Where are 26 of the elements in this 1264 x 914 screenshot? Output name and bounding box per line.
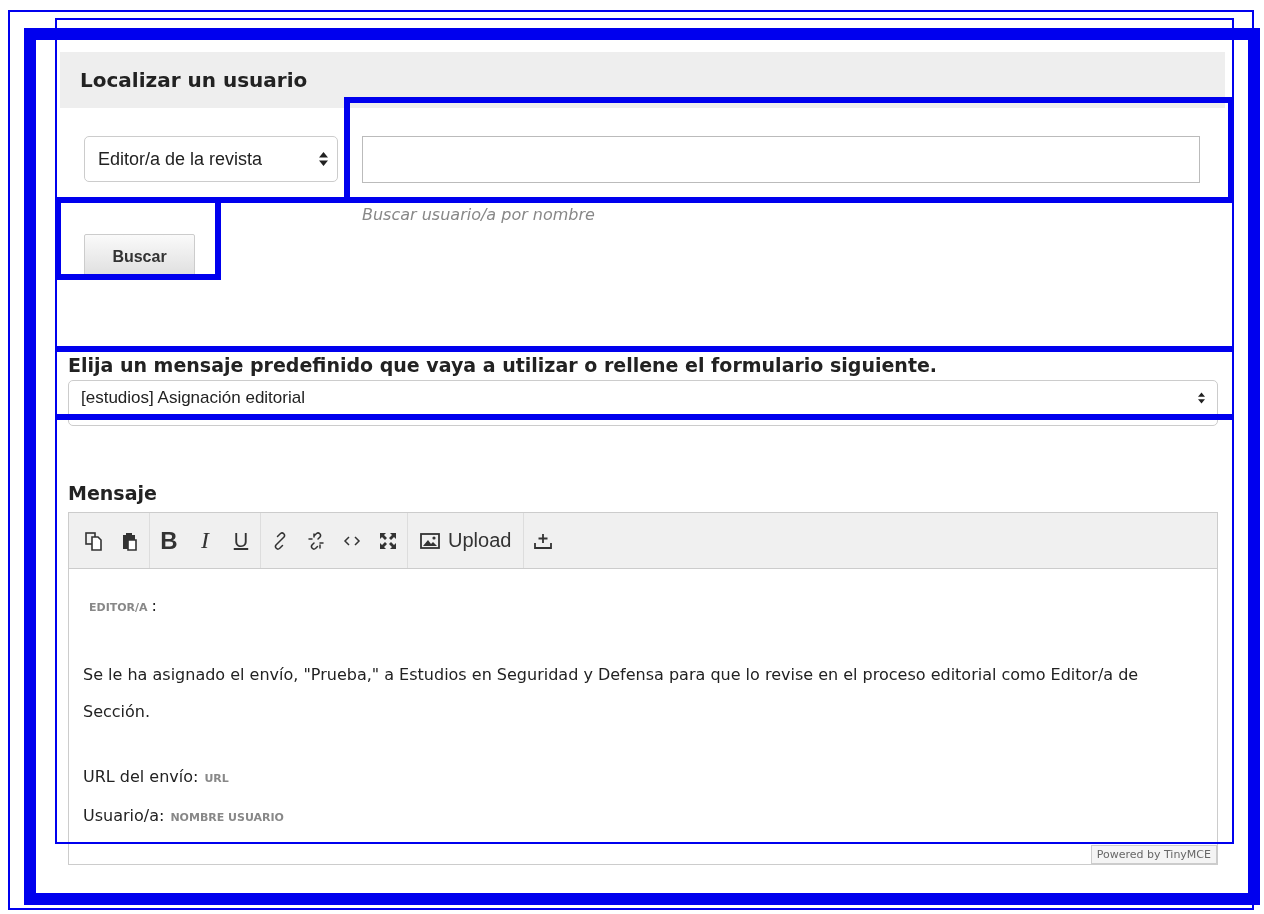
section-heading: Localizar un usuario [60,52,1225,108]
format-button[interactable]: B [156,525,182,556]
unlink-icon [306,530,326,551]
paste-icon [120,530,140,551]
image-icon [420,530,440,551]
field-label: Elija un mensaje predefinido que vaya a utilizar o rellene el formulario siguiente. [68,354,939,376]
colon-text: : [151,596,157,615]
upload-button[interactable]: Upload [414,525,518,556]
template-variable: EDITOR/A [89,601,148,614]
updown-arrows-icon [319,152,328,166]
field-text: URL del envío: [83,767,199,786]
role-select[interactable]: Editor/a de la revista [84,136,338,182]
copy-icon [84,530,104,551]
updown-arrows-icon [1198,392,1205,404]
search-field[interactable] [362,136,1200,183]
field-text: Usuario/a: [83,806,165,825]
template-variable: NOMBRE USUARIO [170,811,284,824]
fullscreen-icon [378,530,398,551]
field-hint: Buscar usuario/a por nombre [362,205,595,224]
format-button[interactable]: I [192,525,218,556]
field-label: Mensaje [68,482,158,504]
branding-label[interactable]: Powered by TinyMCE [1090,845,1217,864]
template-variable: URL [204,772,229,785]
format-button[interactable]: U [228,525,254,556]
message-paragraph: Se le ha asignado el envío, "Prueba," a Estudios en Seguridad y Defensa para que lo revise en el proceso editorial como Editor/a de Sección. [83,664,1140,723]
rich-text-editor[interactable] [68,512,1218,865]
